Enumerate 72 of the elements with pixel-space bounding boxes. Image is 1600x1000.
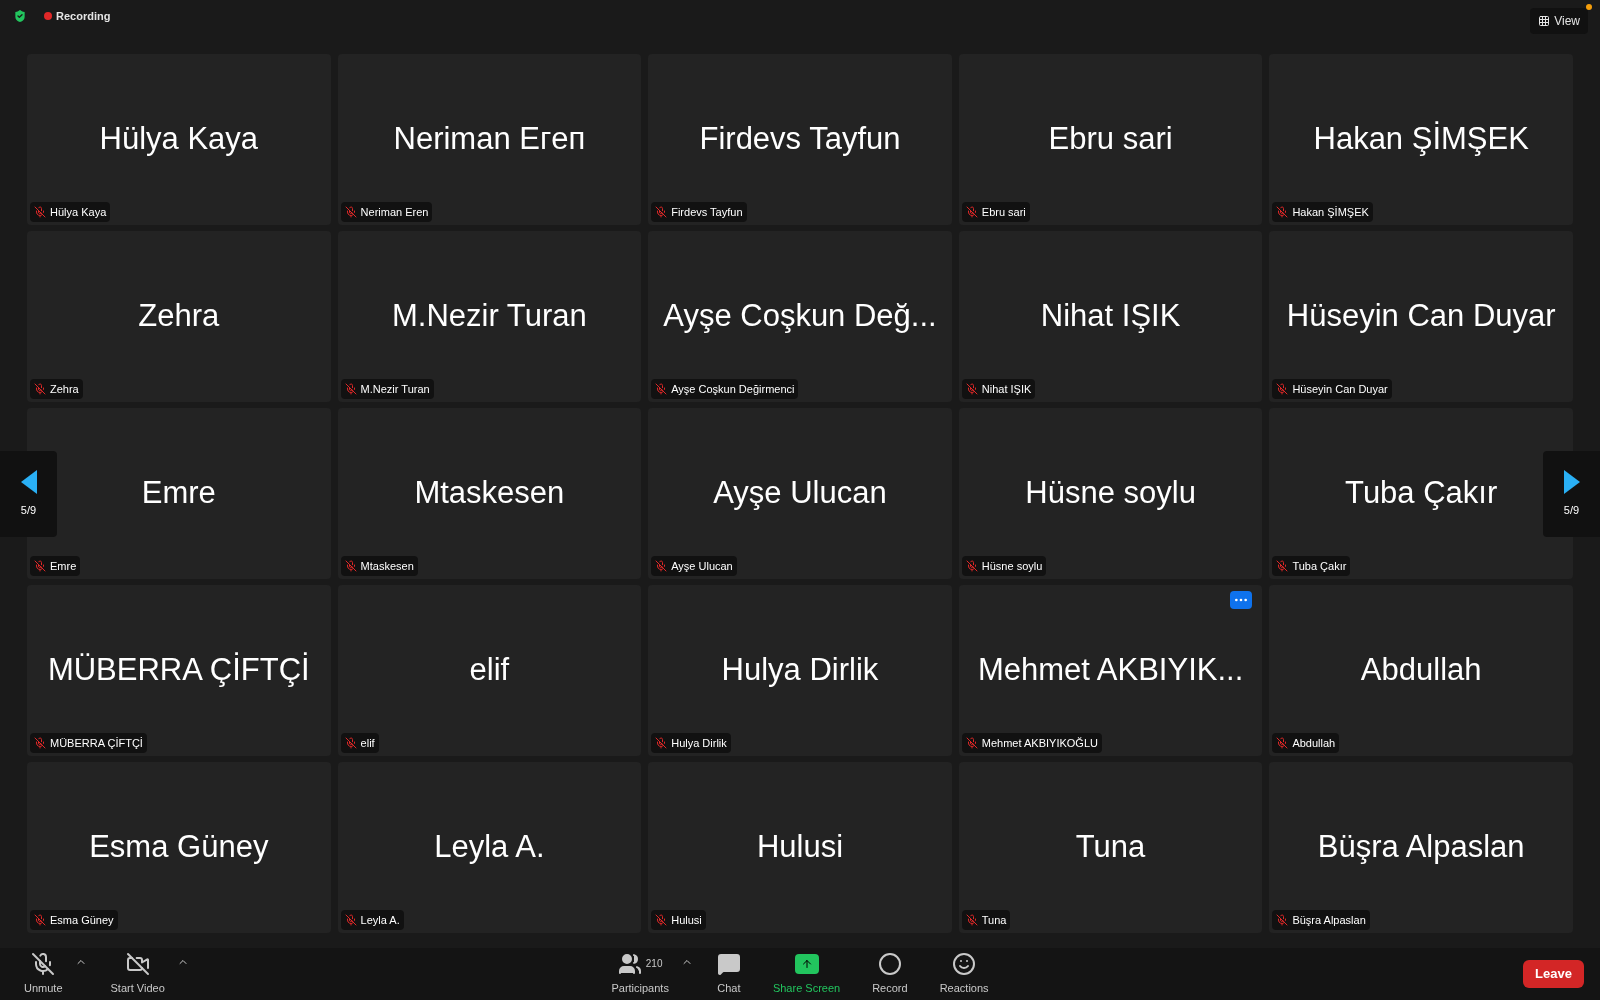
- participant-name: Hülya Kaya: [99, 120, 259, 159]
- participant-name: Büşra Alpaslan: [1317, 828, 1525, 867]
- participant-name: Hüsne soylu: [1025, 474, 1196, 513]
- video-off-icon: [125, 951, 150, 976]
- participant-name: Abdullah: [1360, 651, 1482, 690]
- participant-name: Neriman Eгeп: [393, 120, 586, 159]
- participant-name: Hulya Dirlik: [721, 651, 879, 690]
- participant-name: Emre: [141, 474, 216, 513]
- next-page-button[interactable]: 5/9: [1543, 451, 1600, 537]
- participant-name: Ayşe Coşkun Değ...: [663, 297, 937, 336]
- participant-name: Hakan ŞİMŞEK: [1313, 120, 1529, 159]
- name-label: Ayşe Ulucan: [651, 555, 737, 576]
- name-label: Mtaskesen: [340, 555, 418, 576]
- name-label: Tuba Çakır: [1272, 555, 1351, 576]
- name-label: Nihat IŞIK: [961, 378, 1036, 399]
- participant-name: elif: [469, 651, 510, 690]
- name-label: Ebru sari: [961, 201, 1030, 222]
- record-button[interactable]: Record: [864, 951, 916, 997]
- name-label: Abdullah: [1272, 732, 1340, 753]
- participant-name: Esma Güney: [89, 828, 269, 867]
- video-button[interactable]: Start Video: [102, 951, 173, 997]
- name-label: Esma Güney: [30, 909, 118, 930]
- name-label: Firdevs Tayfun: [651, 201, 747, 222]
- name-label: Hüseyin Can Duyar: [1272, 378, 1392, 399]
- name-label: Hulusi: [651, 909, 706, 930]
- more-options-button[interactable]: [1230, 591, 1253, 609]
- name-label: Hülya Kaya: [30, 201, 111, 222]
- name-label: Hüsne soylu: [961, 555, 1047, 576]
- participant-name: Leyla A.: [434, 828, 545, 867]
- name-label: M.Nezir Turan: [340, 378, 434, 399]
- participant-name: Hüseyin Can Duyar: [1286, 297, 1556, 336]
- name-label: Neriman Eren: [340, 201, 433, 222]
- muted-microphone-icon: [31, 951, 56, 976]
- name-label: Zehra: [30, 378, 83, 399]
- participant-name: Zehra: [138, 297, 220, 336]
- name-label: MÜBERRA ÇİFTÇİ: [30, 732, 147, 753]
- name-label: Hulya Dirlik: [651, 732, 731, 753]
- shield-check-icon[interactable]: [12, 8, 28, 25]
- name-label: Ayşe Coşkun Değirmenci: [651, 378, 799, 399]
- smiley-icon: [952, 951, 977, 976]
- previous-page-button[interactable]: 5/9: [0, 451, 57, 537]
- grid-icon: [1538, 15, 1551, 27]
- participant-name: M.Nezir Turan: [392, 297, 587, 336]
- participant-name: MÜBERRA ÇİFTÇİ: [47, 651, 310, 690]
- name-label: elif: [340, 732, 379, 753]
- participant-name: Nihat IŞIK: [1040, 297, 1181, 336]
- participant-name: Tuna: [1075, 828, 1146, 867]
- share-screen-icon: [794, 953, 819, 974]
- unmute-button[interactable]: Unmute: [16, 951, 71, 997]
- share-button[interactable]: Share Screen: [764, 951, 849, 997]
- participant-count: 210: [645, 957, 663, 972]
- reactions-button[interactable]: Reactions: [931, 951, 997, 997]
- name-label: Tuna: [961, 909, 1011, 930]
- leave-button[interactable]: Leave: [1523, 960, 1584, 988]
- chat-button[interactable]: Chat: [708, 951, 749, 997]
- participant-name: Mehmet AKBIYIK...: [977, 651, 1244, 690]
- participant-name: Hulusi: [756, 828, 844, 867]
- participants-button[interactable]: 210 Participants: [603, 951, 677, 997]
- participant-name: Ayşe Ulucan: [713, 474, 887, 513]
- name-label: Hakan ŞİMŞEK: [1272, 201, 1373, 222]
- people-icon: [617, 951, 642, 976]
- recording-label: Recording: [56, 9, 111, 24]
- name-label: Büşra Alpaslan: [1272, 909, 1370, 930]
- record-icon: [877, 951, 902, 976]
- participant-name: Ebru sari: [1048, 120, 1173, 159]
- name-label: Mehmet AKBIYIKOĞLU: [961, 732, 1102, 753]
- name-label: Leyla A.: [340, 909, 404, 930]
- chat-bubble-icon: [716, 951, 741, 976]
- participant-name: Tuba Çakır: [1345, 474, 1498, 513]
- participant-name: Mtaskesen: [414, 474, 565, 513]
- name-label: Emre: [30, 555, 81, 576]
- participant-name: Firdevs Tayfun: [699, 120, 901, 159]
